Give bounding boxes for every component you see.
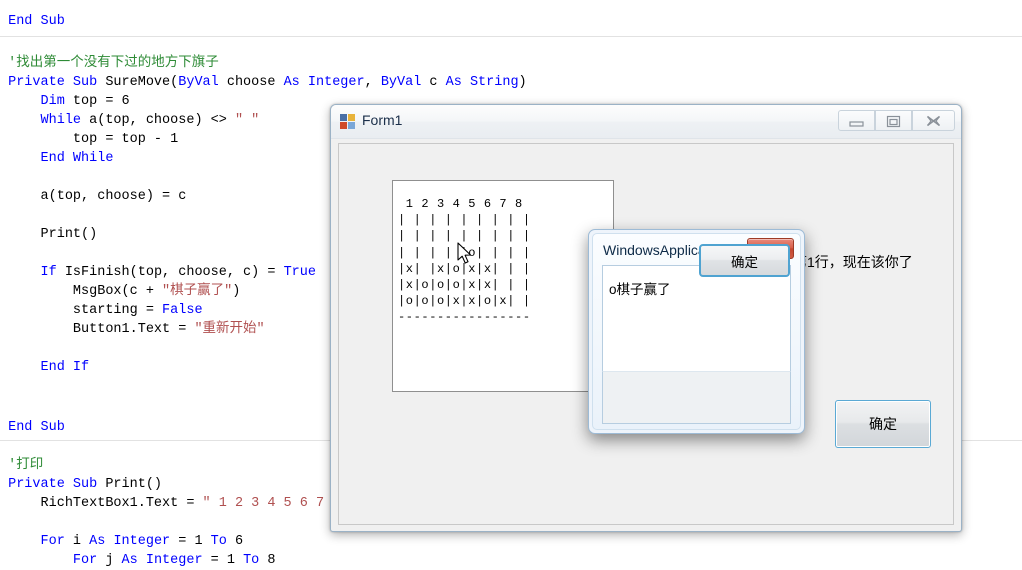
maximize-icon[interactable] <box>875 110 912 131</box>
code-line: While a(top, choose) <> " " <box>40 113 260 128</box>
code-line: Print() <box>40 227 98 242</box>
board-richtextbox[interactable]: 1 2 3 4 5 6 7 8 | | | | | | | | | | | | … <box>392 180 614 392</box>
form1-titlebar[interactable]: Form1 <box>331 105 961 139</box>
message-dialog-inner: WindowsApplicati... X o棋子赢了 确定 <box>592 233 801 430</box>
code-line: Button1.Text = "重新开始" <box>72 322 265 337</box>
message-dialog-text: o棋子赢了 <box>609 282 671 297</box>
code-line: Private Sub Print() <box>8 477 163 492</box>
code-line: For i As Integer = 1 To 6 <box>40 534 244 549</box>
form1-title: Form1 <box>362 112 403 128</box>
code-line: End If <box>40 360 90 375</box>
code-line: RichTextBox1.Text = " 1 2 3 4 5 6 7 8" <box>40 496 349 511</box>
code-line: Private Sub SureMove(ByVal choose As Int… <box>8 75 527 90</box>
board-text: 1 2 3 4 5 6 7 8 | | | | | | | | | | | | … <box>398 197 531 325</box>
code-line: top = top - 1 <box>72 132 179 147</box>
code-line: starting = False <box>72 303 203 318</box>
vb-form-icon <box>340 114 355 129</box>
message-dialog-footer <box>602 371 791 424</box>
code-line: For j As Integer = 1 To 8 <box>72 553 276 568</box>
code-line: MsgBox(c + "棋子赢了") <box>72 284 241 299</box>
code-line: Dim top = 6 <box>40 94 130 109</box>
code-line: '找出第一个没有下过的地方下旗子 <box>8 56 219 71</box>
code-line: End Sub <box>8 14 65 29</box>
form-ok-button[interactable]: 确定 <box>835 400 931 448</box>
code-line: a(top, choose) = c <box>40 189 187 204</box>
code-separator-0 <box>0 36 1022 37</box>
code-line: End While <box>40 151 114 166</box>
message-dialog-ok-button[interactable]: 确定 <box>699 244 790 277</box>
close-icon[interactable] <box>912 110 955 131</box>
code-line: If IsFinish(top, choose, c) = True <box>40 265 316 280</box>
minimize-icon[interactable] <box>838 110 875 131</box>
code-line: End Sub <box>8 420 65 435</box>
message-dialog[interactable]: WindowsApplicati... X o棋子赢了 确定 <box>588 229 805 434</box>
code-line: '打印 <box>8 458 44 473</box>
